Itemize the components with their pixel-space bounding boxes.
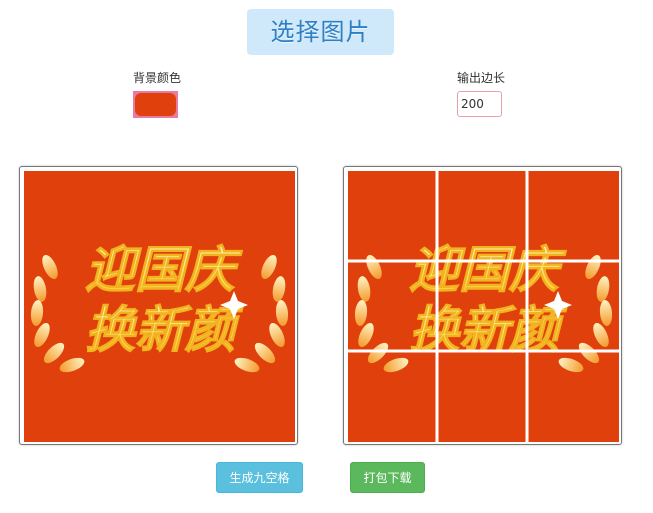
download-zip-button[interactable]: 打包下载 <box>350 462 425 493</box>
output-size-label: 输出边长 <box>457 71 506 85</box>
original-poster-image: 迎国庆 换新颜 <box>24 171 295 442</box>
bg-color-fill <box>135 93 176 116</box>
poster-text-line2: 换新颜 <box>85 301 244 359</box>
generate-grid-button[interactable]: 生成九空格 <box>216 462 303 493</box>
grid-poster-image: 迎国庆 换新颜 <box>348 171 619 442</box>
bg-color-label: 背景颜色 <box>133 71 182 85</box>
bg-color-picker[interactable] <box>133 91 178 118</box>
original-preview: 迎国庆 换新颜 <box>19 166 298 445</box>
poster-text-line1: 迎国庆 <box>409 241 567 299</box>
grid-preview: 迎国庆 换新颜 <box>343 166 622 445</box>
select-image-button[interactable]: 选择图片 <box>247 9 394 55</box>
output-size-input[interactable] <box>457 91 502 117</box>
poster-text-line1: 迎国庆 <box>85 241 243 299</box>
